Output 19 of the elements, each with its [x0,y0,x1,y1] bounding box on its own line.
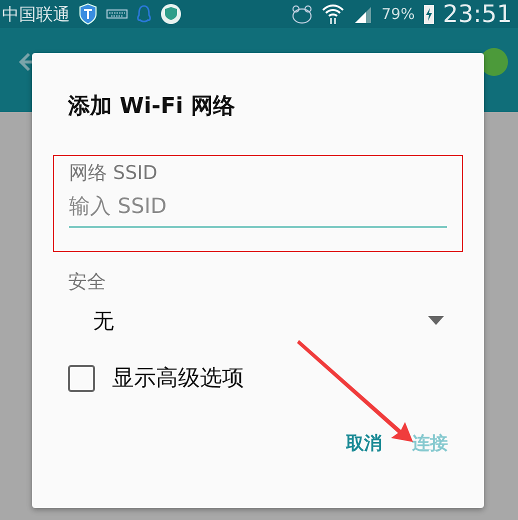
bear-icon [291,4,314,24]
field-label: 网络 SSID [69,161,158,186]
battery-percent: 79% [381,5,415,23]
checkbox-label: 显示高级选项 [112,365,244,393]
shield-icon [160,3,182,25]
clock: 23:51 [442,0,512,28]
shield-icon [78,3,98,25]
carrier-name: 中国联通 [2,4,70,26]
dialog-title: 添加 Wi-Fi 网络 [68,93,236,121]
dropdown-arrow-icon [428,316,444,326]
security-label: 安全 [68,270,107,295]
wifi-icon [321,3,346,25]
security-dropdown[interactable]: 无 [68,295,448,335]
cancel-button[interactable]: 取消 [346,427,382,459]
keyboard-icon [106,9,128,19]
battery-icon [422,3,435,25]
checkbox[interactable] [68,364,95,392]
penguin-icon [136,4,152,24]
ssid-input-field[interactable]: 输入 SSID [69,194,447,228]
